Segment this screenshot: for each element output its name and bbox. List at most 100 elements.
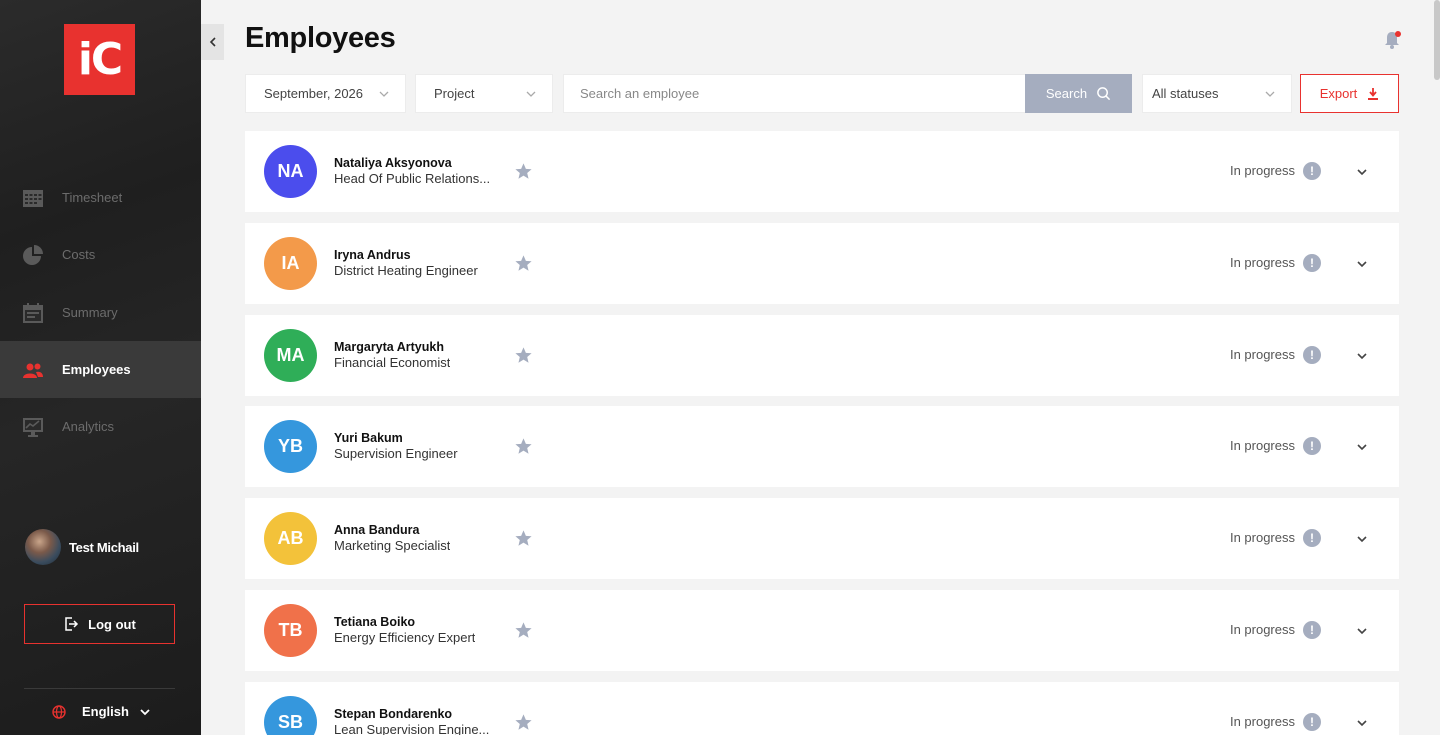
search-icon <box>1097 87 1111 101</box>
chevron-down-icon <box>526 91 536 97</box>
scrollbar[interactable] <box>1434 0 1440 80</box>
status-text: In progress <box>1229 163 1295 178</box>
sidebar-item-summary[interactable]: Summary <box>0 284 201 341</box>
employee-name: Stepan Bondarenko <box>334 707 453 721</box>
alert-icon[interactable]: ! <box>1303 529 1321 547</box>
collapse-sidebar-button[interactable] <box>201 24 224 60</box>
sidebar: iC Timesheet Costs Summary Employees Ana… <box>0 0 201 735</box>
export-button[interactable]: Export <box>1300 74 1399 113</box>
timesheet-icon <box>22 187 44 209</box>
search-label: Search <box>1045 86 1088 101</box>
logout-icon <box>65 617 79 631</box>
chevron-left-icon <box>209 37 216 47</box>
language-label: English <box>82 704 129 719</box>
employee-row[interactable]: YB Yuri Bakum Supervision Engineer In pr… <box>245 406 1399 487</box>
employee-row[interactable]: MA Margaryta Artyukh Financial Economist… <box>245 315 1399 396</box>
star-icon[interactable] <box>514 346 533 365</box>
month-value: September, 2026 <box>264 86 364 101</box>
star-icon[interactable] <box>514 162 533 181</box>
monitor-chart-icon <box>22 416 44 438</box>
employee-avatar: NA <box>264 145 317 198</box>
employee-row[interactable]: IA Iryna Andrus District Heating Enginee… <box>245 223 1399 304</box>
employee-name: Iryna Andrus <box>334 248 411 262</box>
sidebar-item-label: Costs <box>62 247 96 262</box>
employee-avatar: IA <box>264 237 317 290</box>
employee-row[interactable]: NA Nataliya Aksyonova Head Of Public Rel… <box>245 131 1399 212</box>
employee-row[interactable]: SB Stepan Bondarenko Lean Supervision En… <box>245 682 1399 735</box>
sidebar-item-employees[interactable]: Employees <box>0 341 201 398</box>
employee-avatar: YB <box>264 420 317 473</box>
chevron-down-icon[interactable] <box>1356 533 1368 545</box>
alert-icon[interactable]: ! <box>1303 162 1321 180</box>
chevron-down-icon[interactable] <box>1356 350 1368 362</box>
download-icon <box>1368 88 1379 100</box>
status-value: All statuses <box>1152 86 1219 101</box>
chevron-down-icon <box>140 708 150 715</box>
employee-row[interactable]: TB Tetiana Boiko Energy Efficiency Exper… <box>245 590 1399 671</box>
star-icon[interactable] <box>514 621 533 640</box>
search-input[interactable] <box>563 74 1026 113</box>
alert-icon[interactable]: ! <box>1303 621 1321 639</box>
status-select[interactable]: All statuses <box>1142 74 1292 113</box>
employee-role: Head Of Public Relations... <box>334 171 491 186</box>
chevron-down-icon <box>379 91 389 97</box>
status-text: In progress <box>1229 255 1295 270</box>
search-button[interactable]: Search <box>1025 74 1132 113</box>
alert-icon[interactable]: ! <box>1303 346 1321 364</box>
star-icon[interactable] <box>514 529 533 548</box>
employee-role: District Heating Engineer <box>334 263 478 278</box>
project-value: Project <box>434 86 475 101</box>
divider <box>24 688 175 689</box>
chevron-down-icon[interactable] <box>1356 625 1368 637</box>
employee-role: Financial Economist <box>334 355 451 370</box>
page-title: Employees <box>245 22 396 54</box>
chevron-down-icon[interactable] <box>1356 717 1368 729</box>
status-text: In progress <box>1229 622 1295 637</box>
employee-avatar: AB <box>264 512 317 565</box>
employee-name: Margaryta Artyukh <box>334 340 444 354</box>
sidebar-item-costs[interactable]: Costs <box>0 226 201 283</box>
employee-name: Yuri Bakum <box>334 431 403 445</box>
users-icon <box>22 359 44 381</box>
notification-dot <box>1395 31 1401 37</box>
employee-avatar: SB <box>264 696 317 735</box>
logout-button[interactable]: Log out <box>24 604 175 644</box>
alert-icon[interactable]: ! <box>1303 713 1321 731</box>
star-icon[interactable] <box>514 713 533 732</box>
alert-icon[interactable]: ! <box>1303 437 1321 455</box>
employee-avatar: TB <box>264 604 317 657</box>
app-logo[interactable]: iC <box>64 24 135 95</box>
user-profile[interactable]: Test Michail <box>25 529 139 565</box>
export-label: Export <box>1319 86 1358 101</box>
project-select[interactable]: Project <box>415 74 553 113</box>
chevron-down-icon[interactable] <box>1356 166 1368 178</box>
sidebar-item-label: Employees <box>62 362 131 377</box>
avatar <box>25 529 61 565</box>
star-icon[interactable] <box>514 254 533 273</box>
sidebar-item-timesheet[interactable]: Timesheet <box>0 169 201 226</box>
logout-label: Log out <box>88 616 136 632</box>
alert-icon[interactable]: ! <box>1303 254 1321 272</box>
employee-name: Anna Bandura <box>334 523 420 537</box>
employee-role: Lean Supervision Engine... <box>334 722 490 735</box>
user-name: Test Michail <box>69 539 139 555</box>
employee-name: Nataliya Aksyonova <box>334 156 452 170</box>
employee-role: Marketing Specialist <box>334 538 451 553</box>
chevron-down-icon <box>1265 91 1275 97</box>
employee-role: Supervision Engineer <box>334 446 458 461</box>
star-icon[interactable] <box>514 437 533 456</box>
sidebar-item-analytics[interactable]: Analytics <box>0 398 201 455</box>
sidebar-item-label: Timesheet <box>62 190 123 205</box>
status-text: In progress <box>1229 347 1295 362</box>
pie-chart-icon <box>22 244 44 266</box>
sidebar-item-label: Analytics <box>62 419 115 434</box>
chevron-down-icon[interactable] <box>1356 441 1368 453</box>
language-selector[interactable]: English <box>52 704 151 719</box>
employee-avatar: MA <box>264 329 317 382</box>
employee-row[interactable]: AB Anna Bandura Marketing Specialist In … <box>245 498 1399 579</box>
chevron-down-icon[interactable] <box>1356 258 1368 270</box>
employee-name: Tetiana Boiko <box>334 615 416 629</box>
employee-role: Energy Efficiency Expert <box>334 630 476 645</box>
globe-icon <box>52 704 66 719</box>
month-select[interactable]: September, 2026 <box>245 74 406 113</box>
